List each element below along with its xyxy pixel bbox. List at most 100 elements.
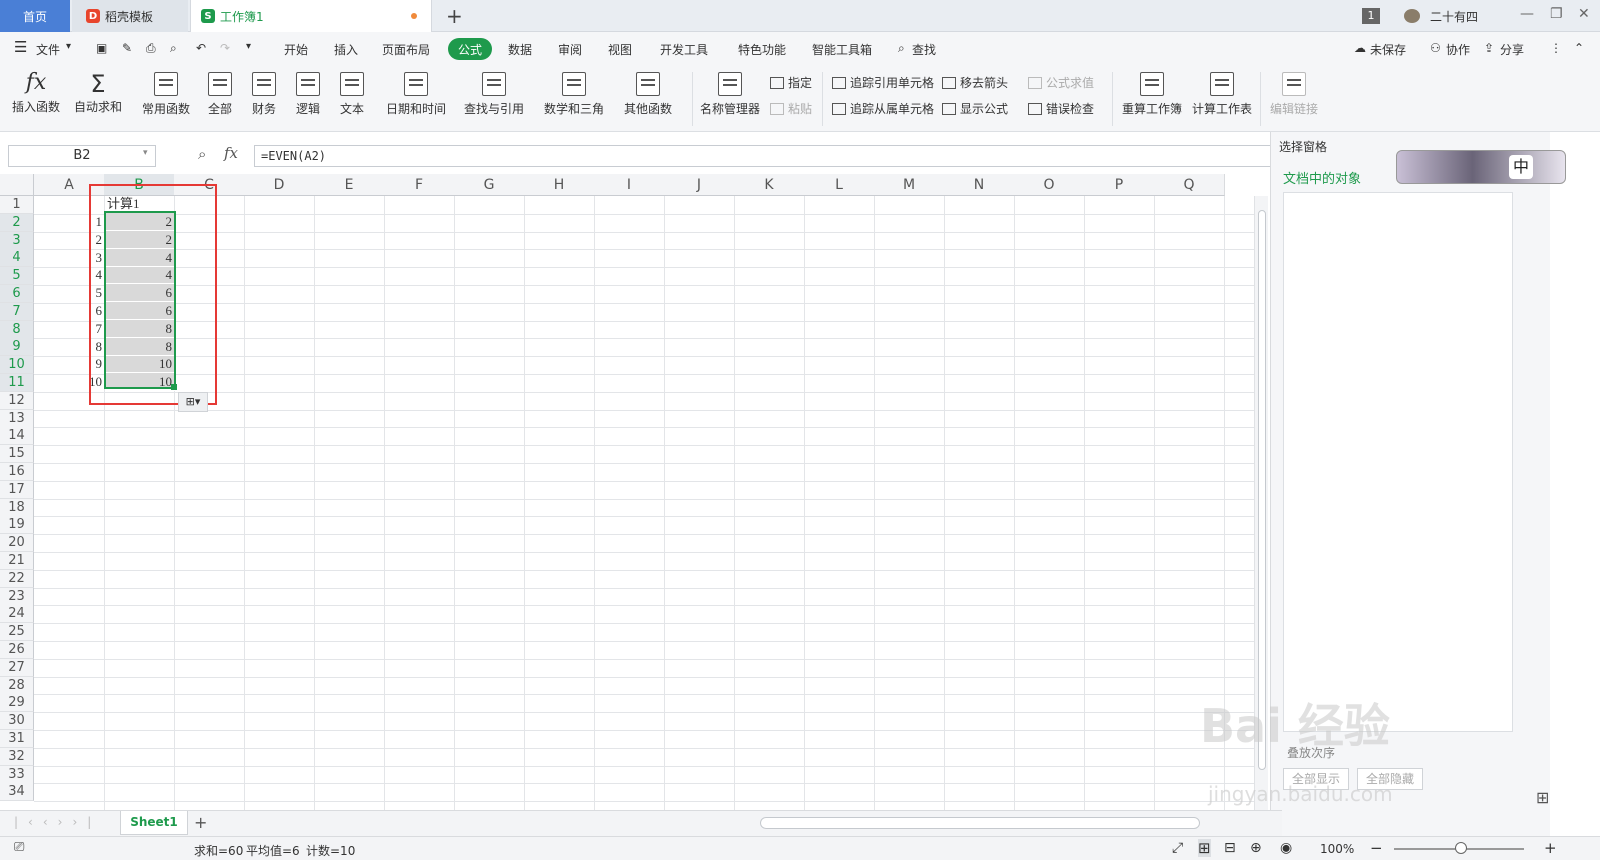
autosum-button[interactable]: Σ 自动求和 bbox=[74, 70, 122, 115]
row-header-19[interactable]: 19 bbox=[0, 516, 34, 535]
column-header-p[interactable]: P bbox=[1084, 174, 1155, 196]
logic-button[interactable]: 逻辑 bbox=[296, 72, 320, 117]
show-formulas-button[interactable]: 显示公式 bbox=[942, 100, 1008, 117]
row-header-3[interactable]: 3 bbox=[0, 231, 34, 250]
row-header-11[interactable]: 11 bbox=[0, 374, 34, 392]
page-break-view-icon[interactable]: ⊟ bbox=[1224, 840, 1236, 856]
datetime-button[interactable]: 日期和时间 bbox=[386, 72, 446, 117]
column-header-q[interactable]: Q bbox=[1154, 174, 1225, 196]
minimize-icon[interactable]: — bbox=[1520, 6, 1534, 22]
more-icon[interactable]: ⋮ bbox=[1550, 41, 1562, 55]
row-header-15[interactable]: 15 bbox=[0, 445, 34, 464]
cloud-icon[interactable]: ☁ bbox=[1354, 41, 1366, 55]
column-header-g[interactable]: G bbox=[454, 174, 525, 196]
add-sheet-button[interactable]: + bbox=[194, 813, 207, 832]
sheet-nav-arrows-icon[interactable]: |‹‹››| bbox=[14, 815, 101, 829]
share-button[interactable]: 分享 bbox=[1500, 41, 1524, 58]
quick-access-chevron-icon[interactable]: ▾ bbox=[246, 41, 251, 52]
sheet-tab-sheet1[interactable]: Sheet1 bbox=[120, 811, 188, 835]
save-icon[interactable]: ▣ bbox=[96, 41, 107, 55]
zoom-level[interactable]: 100% bbox=[1320, 842, 1354, 856]
menu-developer[interactable]: 开发工具 bbox=[660, 41, 708, 58]
row-header-21[interactable]: 21 bbox=[0, 552, 34, 570]
column-header-d[interactable]: D bbox=[244, 174, 315, 196]
all-functions-button[interactable]: 全部 bbox=[208, 72, 232, 117]
menu-page-layout[interactable]: 页面布局 bbox=[382, 41, 430, 58]
row-header-8[interactable]: 8 bbox=[0, 320, 34, 339]
row-header-23[interactable]: 23 bbox=[0, 587, 34, 606]
normal-view-icon[interactable]: ⊞ bbox=[1198, 839, 1211, 857]
row-header-10[interactable]: 10 bbox=[0, 356, 34, 375]
menu-view[interactable]: 视图 bbox=[608, 41, 632, 58]
menu-formula[interactable]: 公式 bbox=[448, 38, 492, 60]
row-header-30[interactable]: 30 bbox=[0, 712, 34, 731]
calc-sheet-button[interactable]: 计算工作表 bbox=[1192, 72, 1252, 117]
row-header-5[interactable]: 5 bbox=[0, 267, 34, 286]
menu-smart-tools[interactable]: 智能工具箱 bbox=[812, 41, 872, 58]
paste-options-icon[interactable]: ⊞▾ bbox=[178, 392, 208, 412]
zoom-out-icon[interactable]: − bbox=[1370, 839, 1383, 857]
row-header-13[interactable]: 13 bbox=[0, 409, 34, 428]
menu-features[interactable]: 特色功能 bbox=[738, 41, 786, 58]
menu-data[interactable]: 数据 bbox=[508, 41, 532, 58]
finance-button[interactable]: 财务 bbox=[252, 72, 276, 117]
ime-widget[interactable]: 中 bbox=[1396, 150, 1566, 184]
row-header-20[interactable]: 20 bbox=[0, 534, 34, 553]
row-header-6[interactable]: 6 bbox=[0, 285, 34, 303]
menu-start[interactable]: 开始 bbox=[284, 41, 308, 58]
collab-icon[interactable]: ⚇ bbox=[1430, 41, 1441, 55]
menu-find[interactable]: 查找 bbox=[912, 41, 936, 58]
row-header-29[interactable]: 29 bbox=[0, 694, 34, 713]
redo-icon[interactable]: ↷ bbox=[220, 41, 230, 55]
macro-record-icon[interactable]: ⎚ bbox=[14, 840, 24, 855]
new-tab-button[interactable]: + bbox=[446, 4, 463, 28]
tab-template[interactable]: D 稻壳模板 bbox=[72, 0, 188, 32]
specify-button[interactable]: 指定 bbox=[770, 74, 812, 91]
row-header-32[interactable]: 32 bbox=[0, 747, 34, 766]
search-icon[interactable]: ⌕ bbox=[898, 41, 905, 56]
row-header-17[interactable]: 17 bbox=[0, 480, 34, 499]
insert-function-button[interactable]: fx 插入函数 bbox=[12, 70, 60, 115]
column-header-n[interactable]: N bbox=[944, 174, 1015, 196]
recalc-workbook-button[interactable]: 重算工作簿 bbox=[1122, 72, 1182, 117]
row-header-7[interactable]: 7 bbox=[0, 302, 34, 321]
close-icon[interactable]: ✕ bbox=[1578, 6, 1590, 22]
column-header-o[interactable]: O bbox=[1014, 174, 1085, 196]
row-header-4[interactable]: 4 bbox=[0, 249, 34, 268]
collab-button[interactable]: 协作 bbox=[1446, 41, 1470, 58]
collapse-ribbon-icon[interactable]: ⌃ bbox=[1574, 41, 1584, 55]
row-header-9[interactable]: 9 bbox=[0, 338, 34, 357]
zoom-slider-thumb[interactable] bbox=[1455, 842, 1467, 854]
row-header-27[interactable]: 27 bbox=[0, 658, 34, 677]
row-header-25[interactable]: 25 bbox=[0, 623, 34, 642]
share-icon[interactable]: ⇪ bbox=[1484, 41, 1494, 55]
row-header-14[interactable]: 14 bbox=[0, 427, 34, 446]
edit-links-button[interactable]: 编辑链接 bbox=[1270, 72, 1318, 117]
objects-list[interactable] bbox=[1283, 192, 1513, 732]
zoom-formula-icon[interactable]: ⌕ bbox=[198, 145, 206, 163]
row-header-22[interactable]: 22 bbox=[0, 569, 34, 588]
hamburger-icon[interactable]: ☰ bbox=[14, 38, 27, 56]
math-button[interactable]: 数学和三角 bbox=[544, 72, 604, 117]
restore-icon[interactable]: ❐ bbox=[1550, 6, 1563, 22]
format-painter-icon[interactable]: ✎ bbox=[122, 41, 132, 55]
name-manager-button[interactable]: 名称管理器 bbox=[700, 72, 760, 117]
column-header-j[interactable]: J bbox=[664, 174, 735, 196]
avatar[interactable] bbox=[1404, 9, 1420, 23]
common-functions-button[interactable]: 常用函数 bbox=[142, 72, 190, 117]
evaluate-formula-button[interactable]: 公式求值 bbox=[1028, 74, 1094, 91]
row-header-12[interactable]: 12 bbox=[0, 391, 34, 410]
user-name[interactable]: 二十有四 bbox=[1430, 8, 1478, 25]
window-count-badge[interactable]: 1 bbox=[1362, 8, 1380, 24]
eye-protection-icon[interactable]: ◉ bbox=[1280, 840, 1292, 856]
row-header-34[interactable]: 34 bbox=[0, 783, 34, 802]
column-header-i[interactable]: I bbox=[594, 174, 665, 196]
row-header-33[interactable]: 33 bbox=[0, 765, 34, 784]
column-header-k[interactable]: K bbox=[734, 174, 805, 196]
fx-button[interactable]: fx bbox=[224, 144, 238, 162]
formula-input[interactable]: =EVEN(A2) bbox=[254, 145, 1294, 167]
vertical-scroll-thumb[interactable] bbox=[1258, 210, 1266, 770]
row-header-26[interactable]: 26 bbox=[0, 641, 34, 659]
tab-home[interactable]: 首页 bbox=[0, 0, 70, 32]
row-header-24[interactable]: 24 bbox=[0, 605, 34, 624]
